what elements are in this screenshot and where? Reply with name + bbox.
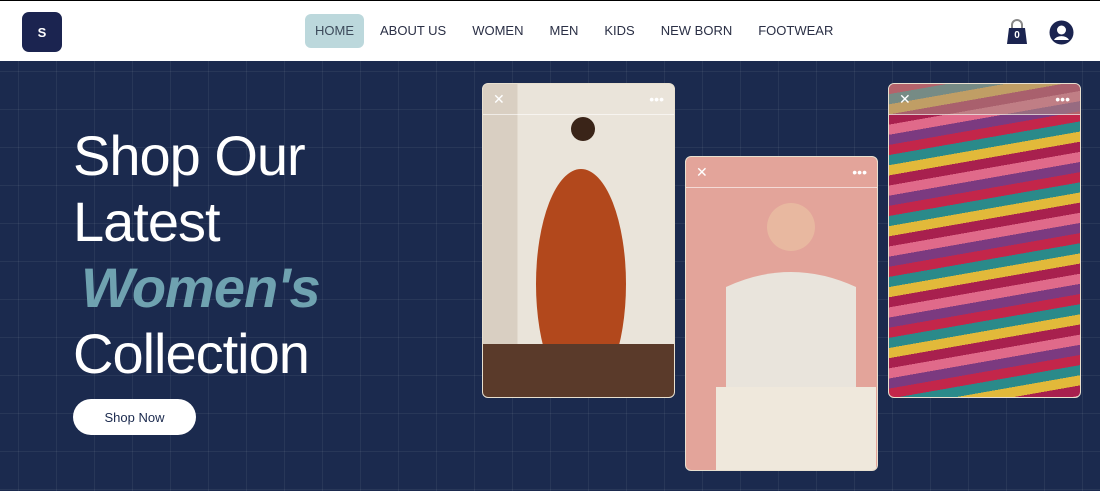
shop-now-button[interactable]: Shop Now	[73, 399, 196, 435]
nav-footwear[interactable]: FOOTWEAR	[748, 14, 843, 48]
nav-home[interactable]: HOME	[305, 14, 364, 48]
more-icon[interactable]: •••	[852, 164, 867, 180]
close-icon[interactable]: ✕	[899, 91, 911, 108]
nav-new-born[interactable]: NEW BORN	[651, 14, 743, 48]
brand-logo[interactable]: S	[22, 12, 62, 52]
dress-photo	[483, 117, 674, 397]
hero-section: Shop Our Latest Women's Collection Shop …	[0, 61, 1100, 491]
title-line: Shop Our	[73, 124, 306, 187]
nav-men[interactable]: MEN	[540, 14, 589, 48]
site-header: S HOME ABOUT US WOMEN MEN KIDS NEW BORN …	[0, 1, 1100, 61]
title-line: Collection	[73, 322, 310, 385]
nav-about-us[interactable]: ABOUT US	[370, 14, 456, 48]
more-icon[interactable]: •••	[1055, 91, 1070, 107]
nav-kids[interactable]: KIDS	[594, 14, 644, 48]
title-line: Latest	[73, 190, 221, 253]
photo-card-shirt[interactable]: ✕ •••	[685, 156, 878, 471]
main-nav: HOME ABOUT US WOMEN MEN KIDS NEW BORN FO…	[305, 14, 849, 48]
account-icon[interactable]	[1049, 20, 1074, 45]
more-icon[interactable]: •••	[649, 91, 664, 107]
card-toolbar: ✕ •••	[889, 84, 1080, 115]
cart-icon[interactable]: 0	[1006, 19, 1028, 45]
photo-card-fabrics[interactable]: ✕ •••	[888, 83, 1081, 398]
card-toolbar: ✕ •••	[483, 84, 674, 115]
nav-women[interactable]: WOMEN	[462, 14, 533, 48]
close-icon[interactable]: ✕	[493, 91, 505, 108]
photo-card-dress[interactable]: ✕ •••	[482, 83, 675, 398]
hero-title: Shop Our Latest Women's Collection	[73, 123, 321, 387]
card-toolbar: ✕ •••	[686, 157, 877, 188]
shirt-photo	[716, 203, 876, 470]
cart-count: 0	[1014, 30, 1020, 41]
close-icon[interactable]: ✕	[696, 164, 708, 181]
title-accent: Women's	[81, 256, 321, 319]
